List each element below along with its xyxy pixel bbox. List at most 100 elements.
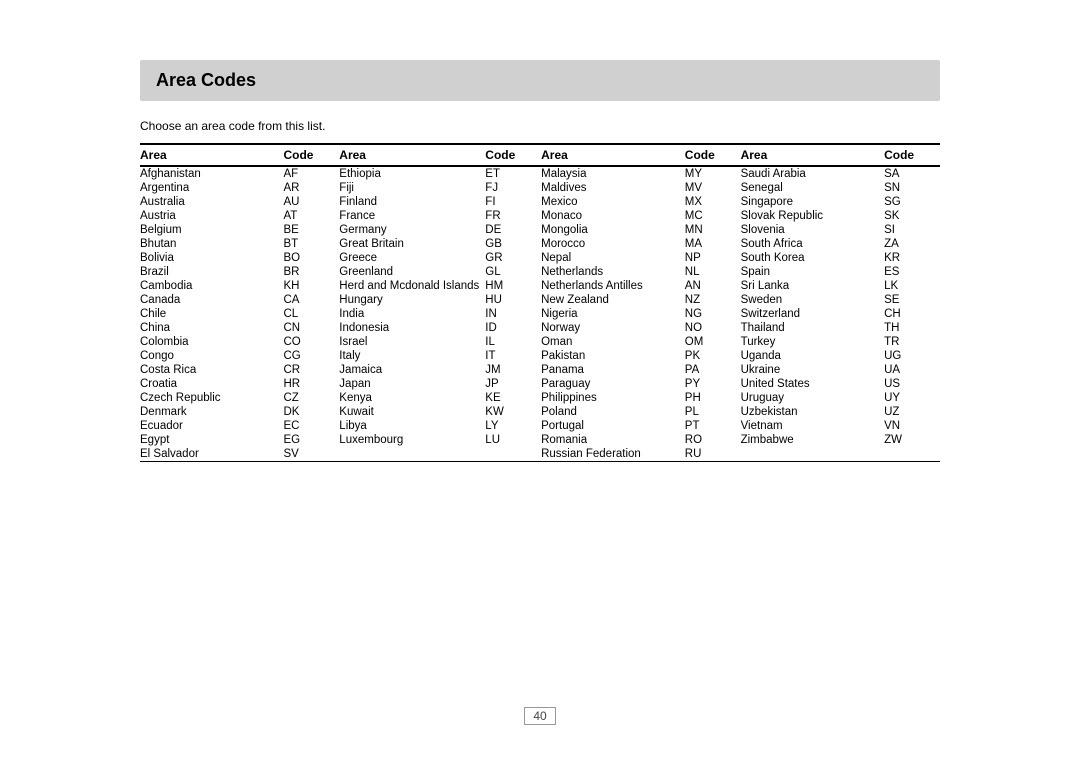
cell-code-0-18: EC xyxy=(283,419,339,433)
cell-area-0-20: El Salvador xyxy=(140,447,283,462)
cell-code-3-11: TH xyxy=(884,321,940,335)
cell-code-1-5: GB xyxy=(485,237,541,251)
cell-code-2-14: PA xyxy=(685,363,741,377)
table-row: EcuadorECLibyaLYPortugalPTVietnamVN xyxy=(140,419,940,433)
cell-area-2-16: Philippines xyxy=(541,391,685,405)
cell-area-2-2: Mexico xyxy=(541,195,685,209)
cell-code-2-2: MX xyxy=(685,195,741,209)
header-area-2: Area xyxy=(339,144,485,166)
cell-area-1-2: Finland xyxy=(339,195,485,209)
page-number: 40 xyxy=(524,707,555,725)
cell-code-3-13: UG xyxy=(884,349,940,363)
cell-area-2-19: Romania xyxy=(541,433,685,447)
cell-code-0-9: CA xyxy=(283,293,339,307)
cell-code-1-2: FI xyxy=(485,195,541,209)
cell-area-1-0: Ethiopia xyxy=(339,166,485,181)
cell-code-1-7: GL xyxy=(485,265,541,279)
cell-area-0-14: Costa Rica xyxy=(140,363,283,377)
table-row: Czech RepublicCZKenyaKEPhilippinesPHUrug… xyxy=(140,391,940,405)
table-row: AfghanistanAFEthiopiaETMalaysiaMYSaudi A… xyxy=(140,166,940,181)
cell-code-2-19: RO xyxy=(685,433,741,447)
cell-area-3-11: Thailand xyxy=(741,321,885,335)
cell-area-1-7: Greenland xyxy=(339,265,485,279)
header-area-4: Area xyxy=(741,144,885,166)
table-row: CambodiaKHHerd and Mcdonald IslandsHMNet… xyxy=(140,279,940,293)
cell-area-2-14: Panama xyxy=(541,363,685,377)
table-row: BoliviaBOGreeceGRNepalNPSouth KoreaKR xyxy=(140,251,940,265)
cell-area-0-11: China xyxy=(140,321,283,335)
cell-area-3-17: Uzbekistan xyxy=(741,405,885,419)
cell-code-3-18: VN xyxy=(884,419,940,433)
cell-code-0-7: BR xyxy=(283,265,339,279)
cell-area-1-4: Germany xyxy=(339,223,485,237)
cell-area-2-18: Portugal xyxy=(541,419,685,433)
page-number-container: 40 xyxy=(0,709,1080,723)
cell-area-3-0: Saudi Arabia xyxy=(741,166,885,181)
cell-code-1-16: KE xyxy=(485,391,541,405)
content-area: Area Codes Choose an area code from this… xyxy=(0,0,1080,522)
area-table: Area Code Area Code Area Code Area Code … xyxy=(140,143,940,462)
header-area-3: Area xyxy=(541,144,685,166)
cell-area-2-20: Russian Federation xyxy=(541,447,685,462)
cell-code-1-4: DE xyxy=(485,223,541,237)
cell-code-1-0: ET xyxy=(485,166,541,181)
cell-code-2-4: MN xyxy=(685,223,741,237)
table-row: ChileCLIndiaINNigeriaNGSwitzerlandCH xyxy=(140,307,940,321)
cell-code-1-1: FJ xyxy=(485,181,541,195)
cell-code-1-18: LY xyxy=(485,419,541,433)
cell-area-1-20 xyxy=(339,447,485,462)
cell-area-3-6: South Korea xyxy=(741,251,885,265)
cell-area-2-10: Nigeria xyxy=(541,307,685,321)
cell-code-3-17: UZ xyxy=(884,405,940,419)
cell-area-3-2: Singapore xyxy=(741,195,885,209)
cell-area-0-9: Canada xyxy=(140,293,283,307)
cell-area-1-3: France xyxy=(339,209,485,223)
cell-area-0-10: Chile xyxy=(140,307,283,321)
cell-code-1-20 xyxy=(485,447,541,462)
cell-area-0-16: Czech Republic xyxy=(140,391,283,405)
cell-code-1-8: HM xyxy=(485,279,541,293)
page: Area Codes Choose an area code from this… xyxy=(0,0,1080,763)
cell-area-0-2: Australia xyxy=(140,195,283,209)
cell-area-0-12: Colombia xyxy=(140,335,283,349)
header-code-2: Code xyxy=(485,144,541,166)
header-row: Area Code Area Code Area Code Area Code xyxy=(140,144,940,166)
cell-area-3-15: United States xyxy=(741,377,885,391)
cell-code-1-14: JM xyxy=(485,363,541,377)
table-row: DenmarkDKKuwaitKWPolandPLUzbekistanUZ xyxy=(140,405,940,419)
cell-code-2-3: MC xyxy=(685,209,741,223)
cell-area-3-14: Ukraine xyxy=(741,363,885,377)
cell-area-2-8: Netherlands Antilles xyxy=(541,279,685,293)
cell-code-3-8: LK xyxy=(884,279,940,293)
table-row: El SalvadorSVRussian FederationRU xyxy=(140,447,940,462)
subtitle: Choose an area code from this list. xyxy=(140,119,940,133)
cell-area-1-12: Israel xyxy=(339,335,485,349)
cell-code-1-17: KW xyxy=(485,405,541,419)
cell-area-2-6: Nepal xyxy=(541,251,685,265)
cell-area-0-18: Ecuador xyxy=(140,419,283,433)
table-row: AustraliaAUFinlandFIMexicoMXSingaporeSG xyxy=(140,195,940,209)
cell-area-3-13: Uganda xyxy=(741,349,885,363)
cell-area-2-9: New Zealand xyxy=(541,293,685,307)
cell-code-0-11: CN xyxy=(283,321,339,335)
cell-area-0-1: Argentina xyxy=(140,181,283,195)
table-row: CroatiaHRJapanJPParaguayPYUnited StatesU… xyxy=(140,377,940,391)
cell-code-3-19: ZW xyxy=(884,433,940,447)
cell-code-0-16: CZ xyxy=(283,391,339,405)
cell-code-3-16: UY xyxy=(884,391,940,405)
cell-area-2-3: Monaco xyxy=(541,209,685,223)
cell-area-1-19: Luxembourg xyxy=(339,433,485,447)
cell-area-3-1: Senegal xyxy=(741,181,885,195)
cell-code-2-0: MY xyxy=(685,166,741,181)
cell-area-3-5: South Africa xyxy=(741,237,885,251)
cell-code-0-14: CR xyxy=(283,363,339,377)
cell-area-0-7: Brazil xyxy=(140,265,283,279)
page-title: Area Codes xyxy=(156,70,924,91)
cell-area-2-0: Malaysia xyxy=(541,166,685,181)
cell-area-0-15: Croatia xyxy=(140,377,283,391)
cell-area-2-15: Paraguay xyxy=(541,377,685,391)
table-row: BhutanBTGreat BritainGBMoroccoMASouth Af… xyxy=(140,237,940,251)
cell-code-1-12: IL xyxy=(485,335,541,349)
cell-area-1-18: Libya xyxy=(339,419,485,433)
cell-area-0-4: Belgium xyxy=(140,223,283,237)
